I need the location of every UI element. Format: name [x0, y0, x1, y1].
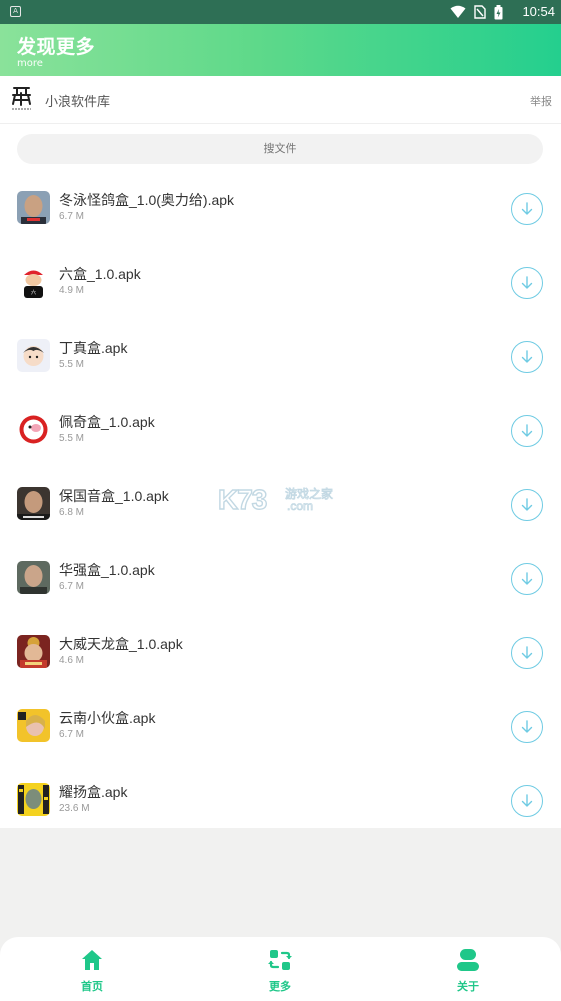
search-area	[0, 124, 561, 174]
avatar-old-man-icon	[17, 487, 50, 520]
wifi-icon	[450, 5, 466, 18]
home-icon	[82, 950, 102, 970]
file-name: 云南小伙盒.apk	[59, 710, 156, 726]
download-arrow-icon	[521, 498, 533, 511]
page-subtitle: more	[17, 58, 43, 69]
download-button[interactable]	[511, 637, 543, 669]
download-arrow-icon	[521, 202, 533, 215]
download-button[interactable]	[511, 711, 543, 743]
source-name[interactable]: 小浪软件库	[45, 91, 110, 110]
battery-icon	[494, 4, 503, 19]
list-item[interactable]: 冬泳怪鸽盒_1.0(奥力给).apk 6.7 M	[0, 174, 561, 248]
download-button[interactable]	[511, 785, 543, 817]
avatar-cartoon-boy-icon	[17, 339, 50, 372]
file-size: 5.5 M	[59, 433, 85, 444]
nav-item-more[interactable]: 更多	[220, 937, 340, 1001]
nav-label-home: 首页	[81, 980, 103, 993]
download-arrow-icon	[521, 276, 533, 289]
avatar-cartoon-cap-icon: 六	[17, 265, 50, 298]
report-link[interactable]: 举报	[530, 93, 552, 109]
download-arrow-icon	[521, 720, 533, 733]
file-name: 大威天龙盒_1.0.apk	[59, 636, 183, 652]
file-size: 6.8 M	[59, 507, 85, 518]
no-sim-icon	[474, 5, 486, 19]
download-button[interactable]	[511, 267, 543, 299]
file-list: 冬泳怪鸽盒_1.0(奥力给).apk 6.7 M 六 六盒_1.0.apk 4.…	[0, 174, 561, 828]
status-bar: A 10:54	[0, 0, 561, 24]
download-button[interactable]	[511, 193, 543, 225]
file-name: 丁真盒.apk	[59, 340, 128, 356]
avatar-yellow-meme-icon	[17, 709, 50, 742]
download-arrow-icon	[521, 794, 533, 807]
download-button[interactable]	[511, 563, 543, 595]
status-icons	[450, 4, 503, 20]
file-size: 6.7 M	[59, 581, 85, 592]
file-size: 6.7 M	[59, 729, 85, 740]
download-arrow-icon	[521, 572, 533, 585]
list-item[interactable]: 六 六盒_1.0.apk 4.9 M	[0, 248, 561, 322]
download-arrow-icon	[521, 350, 533, 363]
file-size: 23.6 M	[59, 803, 90, 814]
file-name: 冬泳怪鸽盒_1.0(奥力给).apk	[59, 192, 235, 208]
list-item[interactable]: 保国音盒_1.0.apk 6.8 M	[0, 470, 561, 544]
page-title: 发现更多	[17, 36, 96, 58]
list-item[interactable]: 佩奇盒_1.0.apk 5.5 M	[0, 396, 561, 470]
file-name: 保国音盒_1.0.apk	[59, 488, 169, 504]
file-name: 华强盒_1.0.apk	[59, 562, 155, 578]
nav-label-about: 关于	[457, 980, 479, 993]
download-arrow-icon	[521, 646, 533, 659]
search-input[interactable]	[17, 134, 543, 164]
app-indicator-icon: A	[10, 6, 21, 17]
download-button[interactable]	[511, 415, 543, 447]
list-item[interactable]: 大威天龙盒_1.0.apk 4.6 M	[0, 618, 561, 692]
file-name: 六盒_1.0.apk	[59, 266, 141, 282]
svg-text:六: 六	[31, 289, 36, 296]
file-size: 5.5 M	[59, 359, 85, 370]
clock: 10:54	[522, 4, 555, 19]
nav-label-more: 更多	[269, 980, 291, 993]
user-icon	[457, 949, 479, 971]
download-button[interactable]	[511, 341, 543, 373]
calligraphy-logo-icon	[12, 87, 31, 110]
nav-item-home[interactable]: 首页	[32, 937, 152, 1001]
file-size: 6.7 M	[59, 211, 85, 222]
refresh-swap-icon	[268, 950, 292, 970]
avatar-man-photo-icon	[17, 561, 50, 594]
source-bar: 小浪软件库 举报	[0, 76, 561, 124]
avatar-yellow-text-icon	[17, 783, 50, 816]
nav-item-about[interactable]: 关于	[408, 937, 528, 1001]
file-name: 佩奇盒_1.0.apk	[59, 414, 155, 430]
list-item[interactable]: 华强盒_1.0.apk 6.7 M	[0, 544, 561, 618]
avatar-peppa-icon	[17, 413, 50, 446]
download-arrow-icon	[521, 424, 533, 437]
avatar-bald-man-icon	[17, 191, 50, 224]
download-button[interactable]	[511, 489, 543, 521]
avatar-monk-icon	[17, 635, 50, 668]
file-name: 耀扬盒.apk	[59, 784, 128, 800]
list-item[interactable]: 耀扬盒.apk 23.6 M	[0, 766, 561, 840]
list-item[interactable]: 丁真盒.apk 5.5 M	[0, 322, 561, 396]
list-item[interactable]: 云南小伙盒.apk 6.7 M	[0, 692, 561, 766]
file-size: 4.6 M	[59, 655, 85, 666]
bottom-nav: 首页 更多 关于	[0, 937, 561, 1001]
page-header: 发现更多 more	[0, 24, 561, 76]
file-size: 4.9 M	[59, 285, 85, 296]
